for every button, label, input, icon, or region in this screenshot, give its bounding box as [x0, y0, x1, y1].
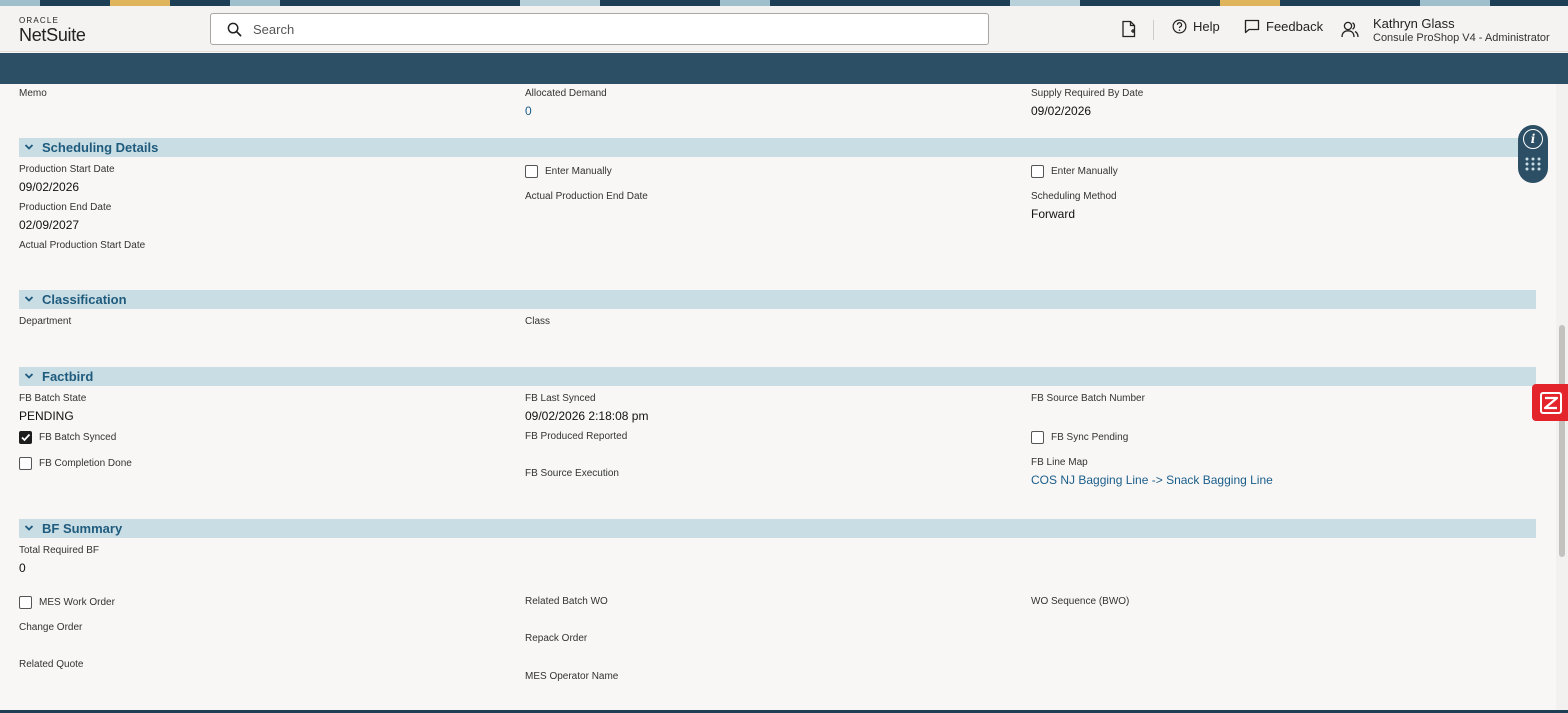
scheduling-method-label: Scheduling Method — [1031, 191, 1117, 202]
supply-required-value: 09/02/2026 — [1031, 104, 1092, 118]
enter-manually-checkbox-2[interactable] — [1031, 165, 1044, 178]
netsuite-logo[interactable]: ORACLE NetSuite — [19, 16, 86, 45]
section-title: BF Summary — [42, 521, 123, 536]
user-menu[interactable]: Kathryn Glass Consule ProShop V4 - Admin… — [1373, 16, 1550, 45]
global-search[interactable] — [210, 13, 989, 45]
header-divider — [1153, 20, 1154, 40]
mes-operator-name-label: MES Operator Name — [525, 671, 619, 682]
side-panel-launcher[interactable] — [1532, 384, 1568, 421]
total-required-bf-label: Total Required BF — [19, 545, 100, 556]
chevron-down-icon — [24, 525, 34, 531]
fb-source-batch-label: FB Source Batch Number — [1031, 393, 1145, 404]
section-title: Scheduling Details — [42, 140, 159, 155]
related-batch-wo-label: Related Batch WO — [525, 596, 608, 607]
section-bf-summary[interactable]: BF Summary — [19, 519, 1536, 538]
record-body — [0, 84, 1556, 713]
user-role: Consule ProShop V4 - Administrator — [1373, 31, 1550, 44]
section-title: Classification — [42, 292, 127, 307]
production-start-label: Production Start Date — [19, 164, 115, 175]
department-label: Department — [19, 316, 72, 327]
help-button[interactable]: Help — [1172, 19, 1220, 34]
chevron-down-icon — [24, 296, 34, 302]
actual-start-label: Actual Production Start Date — [19, 240, 146, 251]
checkmark-icon — [21, 433, 31, 442]
wo-sequence-label: WO Sequence (BWO) — [1031, 596, 1130, 607]
mes-work-order-checkbox[interactable] — [19, 596, 32, 609]
production-end-label: Production End Date — [19, 202, 112, 213]
fb-sync-pending-label: FB Sync Pending — [1051, 432, 1129, 443]
help-icon — [1172, 19, 1187, 34]
help-label: Help — [1193, 19, 1220, 34]
enter-manually-checkbox-1[interactable] — [525, 165, 538, 178]
fb-batch-state-label: FB Batch State — [19, 393, 87, 404]
search-icon — [227, 22, 242, 37]
record-header-bar — [0, 53, 1568, 84]
global-header: ORACLE NetSuite Help Feedback — [0, 6, 1568, 52]
section-title: Factbird — [42, 369, 94, 384]
recent-records-icon[interactable] — [1121, 20, 1137, 38]
mes-work-order-label: MES Work Order — [39, 597, 115, 608]
info-icon[interactable]: i — [1523, 129, 1543, 149]
fb-completion-done-checkbox[interactable] — [19, 457, 32, 470]
allocated-demand-label: Allocated Demand — [525, 88, 607, 99]
search-input[interactable] — [253, 19, 973, 39]
fb-completion-done-label: FB Completion Done — [39, 458, 132, 469]
fb-produced-reported-label: FB Produced Reported — [525, 431, 628, 442]
page-info-widget[interactable]: i — [1518, 125, 1548, 183]
user-name: Kathryn Glass — [1373, 16, 1455, 31]
section-classification[interactable]: Classification — [19, 290, 1536, 309]
drag-handle-icon[interactable] — [1524, 157, 1542, 171]
scheduling-method-value: Forward — [1031, 207, 1076, 221]
enter-manually-label-2: Enter Manually — [1051, 166, 1118, 177]
section-scheduling-details[interactable]: Scheduling Details — [19, 138, 1536, 157]
fb-batch-synced-label: FB Batch Synced — [39, 432, 117, 443]
fb-last-synced-value: 09/02/2026 2:18:08 pm — [525, 409, 649, 423]
fb-batch-state-value: PENDING — [19, 409, 74, 423]
production-start-value: 09/02/2026 — [19, 180, 80, 194]
fb-last-synced-label: FB Last Synced — [525, 393, 596, 404]
enter-manually-label-1: Enter Manually — [545, 166, 612, 177]
fb-line-map-label: FB Line Map — [1031, 457, 1088, 468]
change-order-label: Change Order — [19, 622, 83, 633]
class-label: Class — [525, 316, 551, 327]
supply-required-label: Supply Required By Date — [1031, 88, 1144, 99]
feedback-label: Feedback — [1266, 19, 1324, 34]
scrollbar-thumb[interactable] — [1559, 325, 1565, 557]
feedback-button[interactable]: Feedback — [1244, 19, 1323, 34]
actual-end-label: Actual Production End Date — [525, 191, 648, 202]
fb-batch-synced-checkbox[interactable] — [19, 431, 32, 444]
chevron-down-icon — [24, 144, 34, 150]
user-icon[interactable] — [1341, 21, 1359, 38]
zendesk-icon — [1540, 392, 1562, 414]
logo-oracle-text: ORACLE — [19, 16, 60, 25]
fb-line-map-link[interactable]: COS NJ Bagging Line -> Snack Bagging Lin… — [1031, 473, 1273, 487]
section-factbird[interactable]: Factbird — [19, 367, 1536, 386]
logo-netsuite-text: NetSuite — [19, 25, 86, 45]
related-quote-label: Related Quote — [19, 659, 84, 670]
chevron-down-icon — [24, 373, 34, 379]
total-required-bf-value: 0 — [19, 561, 26, 575]
allocated-demand-value[interactable]: 0 — [525, 104, 532, 118]
feedback-icon — [1244, 19, 1260, 34]
fb-source-execution-label: FB Source Execution — [525, 468, 619, 479]
repack-order-label: Repack Order — [525, 633, 588, 644]
fb-sync-pending-checkbox[interactable] — [1031, 431, 1044, 444]
memo-label: Memo — [19, 88, 47, 99]
production-end-value: 02/09/2027 — [19, 218, 80, 232]
